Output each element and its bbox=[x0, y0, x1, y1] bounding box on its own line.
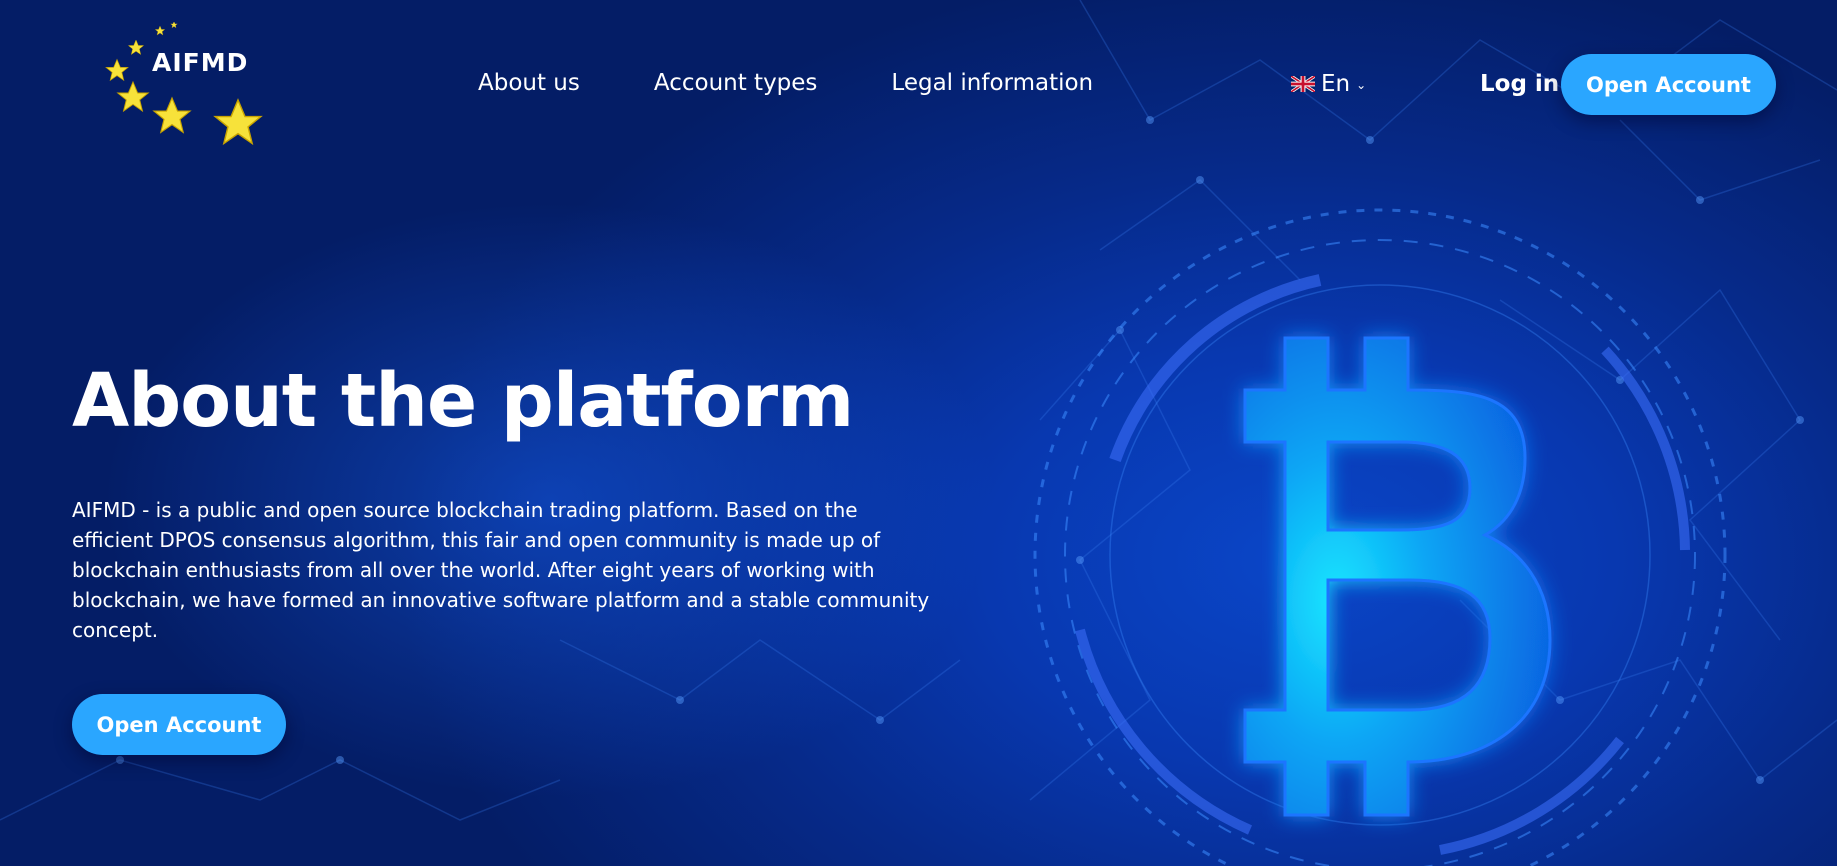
open-account-button-hero[interactable]: Open Account bbox=[72, 694, 286, 755]
language-selector[interactable]: En ⌄ bbox=[1291, 71, 1366, 97]
eu-stars-icon[interactable] bbox=[100, 22, 280, 152]
chevron-down-icon: ⌄ bbox=[1356, 78, 1367, 92]
main-nav: About us Account types Legal information bbox=[478, 70, 1167, 96]
open-account-button-header[interactable]: Open Account bbox=[1561, 54, 1776, 115]
login-link[interactable]: Log in bbox=[1480, 71, 1559, 97]
brand-name[interactable]: AIFMD bbox=[152, 48, 248, 77]
hero-description: AIFMD - is a public and open source bloc… bbox=[72, 498, 930, 642]
page-title: About the platform bbox=[72, 358, 854, 444]
uk-flag-icon bbox=[1291, 76, 1315, 92]
nav-account-types[interactable]: Account types bbox=[654, 70, 818, 96]
bitcoin-icon bbox=[1033, 208, 1727, 866]
nav-about-us[interactable]: About us bbox=[478, 70, 580, 96]
language-label: En bbox=[1321, 71, 1351, 97]
nav-legal-information[interactable]: Legal information bbox=[891, 70, 1093, 96]
